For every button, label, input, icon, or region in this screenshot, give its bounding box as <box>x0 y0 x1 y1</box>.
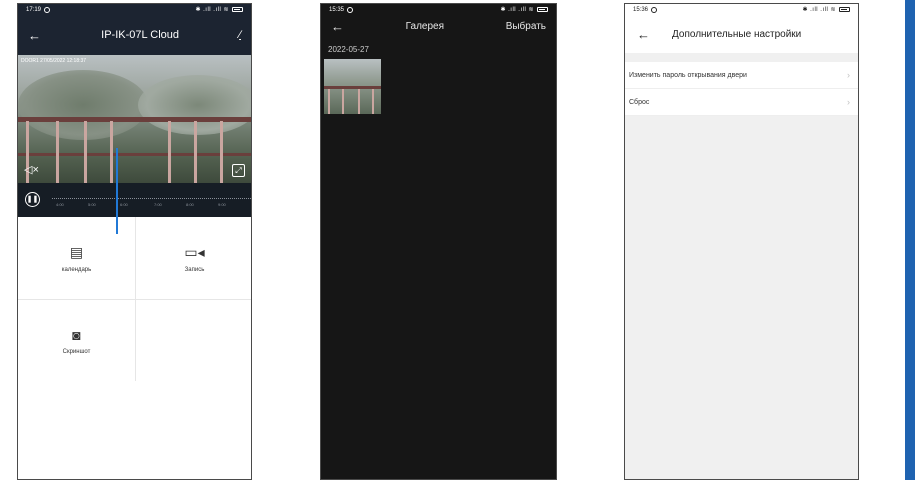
pointer-line <box>116 148 118 234</box>
timeline-tick: 9:00 <box>218 202 226 207</box>
record-label: Запись <box>184 266 205 273</box>
video-railing-bar <box>56 121 59 183</box>
live-video[interactable]: DOOR1 27/05/2022 12:18:37 ◁× ⤢ <box>18 55 251 183</box>
gallery-screen: 15:35 ✱ .ıll .ıll ≋ ← Галерея Выбрать 20… <box>320 3 557 480</box>
battery-icon <box>839 7 850 12</box>
video-record-icon: ▭◂ <box>184 243 205 260</box>
camera-view-screen: 17:19 ✱ .ıll .ıll ≋ ← IP-IK-07L Cloud ∕ … <box>17 3 252 480</box>
settings-header: ← Дополнительные настройки <box>625 15 858 53</box>
signal-icons: ✱ .ıll .ıll ≋ <box>195 7 229 13</box>
speaker-mute-icon[interactable]: ◁× <box>24 163 39 176</box>
video-railing-bar <box>168 121 171 183</box>
change-door-password-item[interactable]: Изменить пароль открывания двери › <box>625 62 858 89</box>
chevron-right-icon: › <box>847 70 850 80</box>
thumbnail-railing-bar <box>358 89 360 114</box>
chevron-right-icon: › <box>847 97 850 107</box>
alarm-icon <box>347 6 354 13</box>
video-railing-bar <box>84 121 87 183</box>
video-railing <box>18 117 251 122</box>
screenshot-label: Скриншот <box>62 349 91 355</box>
timeline-tick: 5:00 <box>88 202 96 207</box>
gallery-thumbnail[interactable] <box>324 59 381 114</box>
arrow-left-icon[interactable]: ← <box>28 28 41 43</box>
gallery-header: ← Галерея Выбрать <box>321 15 556 37</box>
settings-screen: 15:36 ✱ .ıll .ıll ≋ ← Дополнительные нас… <box>624 3 859 480</box>
device-title: IP-IK-07L Cloud <box>101 29 179 41</box>
status-time: 15:35 <box>329 6 345 13</box>
video-railing-bar <box>194 121 197 183</box>
signal-icons: ✱ .ıll .ıll ≋ <box>802 7 836 13</box>
gallery-title: Галерея <box>405 20 445 32</box>
gallery-date: 2022-05-27 <box>328 45 369 54</box>
timeline-tick: 4:00 <box>56 202 64 207</box>
fullscreen-icon[interactable]: ⤢ <box>232 164 245 177</box>
list-item-label: Сброс <box>629 98 650 106</box>
pencil-icon[interactable]: ∕ <box>239 29 241 41</box>
status-bar: 15:36 ✱ .ıll .ıll ≋ <box>625 4 858 15</box>
screenshot-collage: 17:19 ✱ .ıll .ıll ≋ ← IP-IK-07L Cloud ∕ … <box>0 0 915 480</box>
thumbnail-railing-bar <box>372 89 374 114</box>
record-button[interactable]: ▭◂ Запись <box>136 217 251 299</box>
select-button[interactable]: Выбрать <box>506 21 546 32</box>
playback-timeline[interactable]: ❚❚ 4:00 5:00 6:00 7:00 8:00 9:00 <box>18 183 251 217</box>
status-time: 17:19 <box>26 6 42 13</box>
video-railing-bar <box>220 121 223 183</box>
screenshot-button[interactable]: ◙ Скриншот <box>18 300 135 382</box>
calendar-label: календарь <box>61 266 92 273</box>
app-header: ← IP-IK-07L Cloud ∕ <box>18 15 251 55</box>
signal-icons: ✱ .ıll .ıll ≋ <box>500 7 534 13</box>
settings-list: Изменить пароль открывания двери › Сброс… <box>625 62 858 116</box>
timeline-scale[interactable] <box>52 198 251 199</box>
battery-icon <box>537 7 548 12</box>
pause-icon[interactable]: ❚❚ <box>25 192 40 207</box>
battery-icon <box>232 7 243 12</box>
video-railing-bar <box>110 121 113 183</box>
side-accent-bar <box>905 0 915 480</box>
status-time: 15:36 <box>633 6 649 13</box>
reset-item[interactable]: Сброс › <box>625 89 858 116</box>
timeline-tick: 6:00 <box>120 202 128 207</box>
timeline-tick: 7:00 <box>154 202 162 207</box>
alarm-icon <box>651 6 658 13</box>
calendar-icon: ▤ <box>69 243 84 260</box>
video-foliage <box>18 70 148 140</box>
alarm-icon <box>44 6 51 13</box>
status-bar: 15:35 ✱ .ıll .ıll ≋ <box>321 4 556 15</box>
thumbnail-railing-bar <box>342 89 344 114</box>
arrow-left-icon[interactable]: ← <box>637 27 650 42</box>
video-railing <box>18 153 251 156</box>
camera-icon: ◙ <box>72 327 81 343</box>
status-bar: 17:19 ✱ .ıll .ıll ≋ <box>18 4 251 15</box>
timeline-tick: 8:00 <box>186 202 194 207</box>
arrow-left-icon[interactable]: ← <box>331 19 344 34</box>
settings-title: Дополнительные настройки <box>672 28 802 40</box>
list-item-label: Изменить пароль открывания двери <box>629 71 747 79</box>
thumbnail-railing-bar <box>328 89 330 114</box>
video-osd-text: DOOR1 27/05/2022 12:18:37 <box>21 58 87 64</box>
